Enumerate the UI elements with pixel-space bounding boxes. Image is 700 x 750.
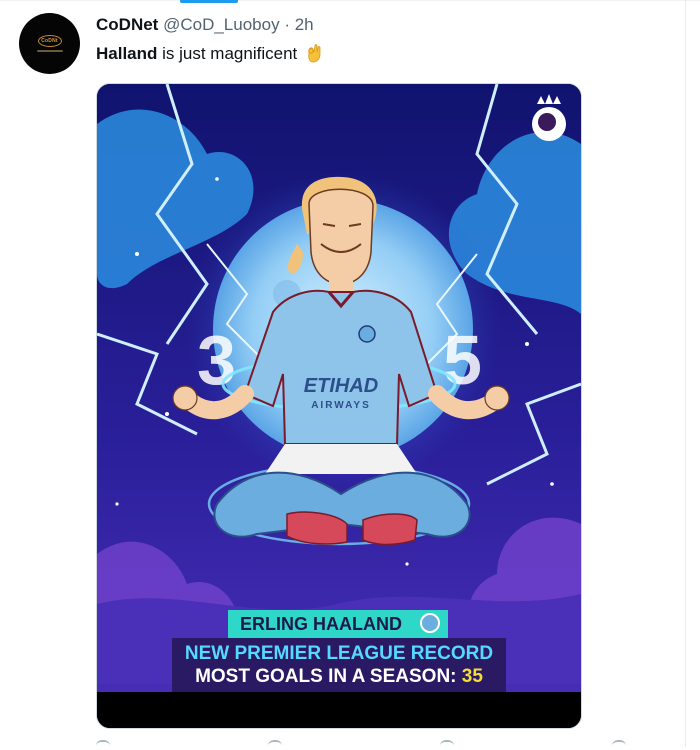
reply-icon[interactable] [96, 740, 110, 750]
header-separator: · [284, 15, 290, 34]
club-crest-icon [420, 613, 440, 633]
moon-number-left: 3 [197, 321, 236, 399]
retweet-icon[interactable] [268, 740, 282, 750]
poster-name-banner: ERLING HAALAND [228, 610, 448, 638]
views-icon[interactable] [612, 740, 626, 750]
avatar-logo: CoDNt [37, 35, 62, 47]
shirt-sponsor: ETIHAD [304, 375, 378, 397]
like-icon[interactable] [440, 740, 454, 750]
tweet-text-bold: Halland [96, 44, 158, 63]
ok-hand-emoji-icon [308, 44, 321, 63]
avatar[interactable]: CoDNt [19, 13, 80, 74]
record-subline-text: MOST GOALS IN A SEASON: [195, 666, 462, 687]
record-goal-count: 35 [461, 666, 483, 687]
poster-player-name: ERLING HAALAND [240, 613, 402, 634]
record-subline: MOST GOALS IN A SEASON: 35 [195, 665, 483, 688]
record-headline: NEW PREMIER LEAGUE RECORD [184, 643, 494, 664]
author-handle[interactable]: @CoD_Luoboy [163, 15, 280, 34]
moon-number-right: 5 [443, 321, 482, 399]
tweet-time[interactable]: 2h [295, 15, 314, 34]
author-name[interactable]: CoDNet [96, 15, 158, 34]
tweet-header: CoDNet @CoD_Luoboy · 2h [96, 15, 314, 35]
shirt-sponsor-sub: AIRWAYS [311, 400, 371, 411]
tweet-text-rest: is just magnificent [157, 44, 298, 63]
poster-record-banner: NEW PREMIER LEAGUE RECORD MOST GOALS IN … [172, 638, 506, 692]
avatar-logo-underline [36, 50, 63, 52]
tweet-text: Halland is just magnificent [96, 43, 323, 65]
tweet[interactable]: CoDNt CoDNet @CoD_Luoboy · 2h Halland is… [0, 0, 686, 747]
